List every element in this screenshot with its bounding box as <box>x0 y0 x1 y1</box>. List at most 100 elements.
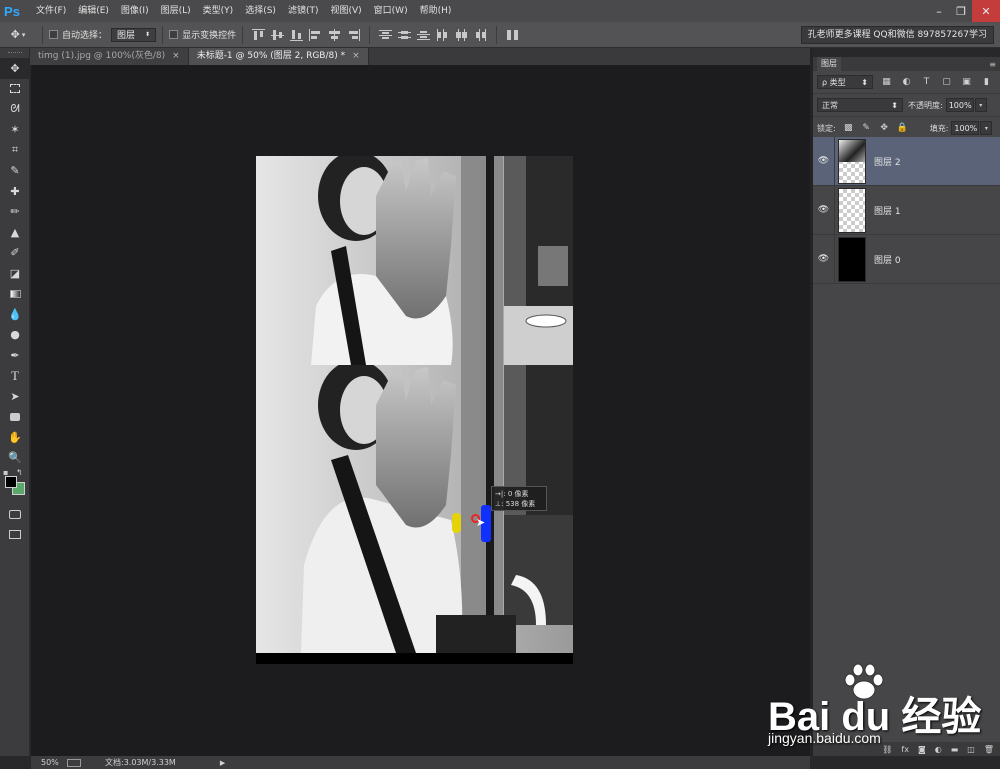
close-icon[interactable]: × <box>352 51 360 61</box>
move-tool-icon[interactable]: ✥ <box>0 58 30 79</box>
tab-timg[interactable]: timg (1).jpg @ 100%(灰色/8) × <box>30 48 189 65</box>
layer-row[interactable]: 👁 图层 1 <box>813 185 1000 235</box>
separator <box>242 25 244 44</box>
pen-tool-icon[interactable]: ✒ <box>0 345 30 366</box>
minimize-button[interactable]: – <box>928 0 950 22</box>
menu-view[interactable]: 视图(V) <box>324 0 367 22</box>
history-brush-icon[interactable]: ✐ <box>0 243 30 264</box>
menu-image[interactable]: 图像(I) <box>115 0 155 22</box>
menu-help[interactable]: 帮助(H) <box>414 0 458 22</box>
eyedropper-icon[interactable]: ✎ <box>0 161 30 182</box>
fill-input[interactable]: 100% <box>951 121 980 135</box>
align-bottom-icon[interactable] <box>290 29 304 41</box>
opacity-input[interactable]: 100% <box>945 98 974 112</box>
canvas-area[interactable]: ➤ →|: 0 像素 ⊥: 538 像素 <box>31 65 810 756</box>
tab-layers[interactable]: 图层 <box>817 57 841 71</box>
eye-icon[interactable]: 👁 <box>813 136 835 186</box>
layer-name[interactable]: 图层 1 <box>874 204 901 217</box>
smart-object-filter-icon[interactable]: ▣ <box>960 76 973 89</box>
hand-tool-icon[interactable]: ✋ <box>0 427 30 448</box>
blur-tool-icon[interactable]: 💧 <box>0 304 30 325</box>
type-tool-icon[interactable]: T <box>0 366 30 387</box>
opacity-slider-icon[interactable]: ▾ <box>974 98 987 112</box>
quick-mask-icon[interactable] <box>0 504 30 525</box>
path-selection-icon[interactable]: ➤ <box>0 386 30 407</box>
eye-icon[interactable]: 👁 <box>813 185 835 235</box>
menu-filter[interactable]: 滤镜(T) <box>282 0 325 22</box>
align-hcenter-icon[interactable] <box>328 28 341 41</box>
maximize-button[interactable]: ❐ <box>950 0 972 22</box>
foreground-color[interactable] <box>5 476 17 488</box>
dodge-tool-icon[interactable]: ● <box>0 325 30 346</box>
layer-name[interactable]: 图层 2 <box>874 155 901 168</box>
status-menu-arrow-icon[interactable]: ▶ <box>220 759 225 767</box>
distribute-right-icon[interactable] <box>474 28 487 41</box>
menu-select[interactable]: 选择(S) <box>239 0 282 22</box>
document-canvas[interactable] <box>256 156 573 664</box>
layer-row[interactable]: 👁 图层 2 <box>813 136 1000 186</box>
layer-row[interactable]: 👁 图层 0 <box>813 234 1000 284</box>
layers-panel: 图层 ≡ ρ 类型 ⬍ ▦ ◐ T ▢ ▣ ▮ 正常 ⬍ 不透明度: 100% ▾ … <box>813 57 1000 756</box>
tab-untitled-1[interactable]: 未标题-1 @ 50% (图层 2, RGB/8) * × <box>188 48 369 65</box>
menu-layer[interactable]: 图层(L) <box>155 0 197 22</box>
shape-filter-icon[interactable]: ▢ <box>940 76 953 89</box>
delete-layer-icon[interactable]: 🗑 <box>984 745 994 754</box>
distribute-vcenter-icon[interactable] <box>398 29 412 41</box>
panel-menu-icon[interactable]: ≡ <box>989 60 996 69</box>
crop-tool-icon[interactable]: ⌗ <box>0 140 30 161</box>
magic-wand-icon[interactable]: ✶ <box>0 120 30 141</box>
separator <box>369 25 371 44</box>
menu-type[interactable]: 类型(Y) <box>197 0 240 22</box>
lock-transparent-icon[interactable]: ▩ <box>843 123 854 134</box>
auto-align-icon[interactable] <box>506 29 519 41</box>
eye-icon[interactable]: 👁 <box>813 234 835 284</box>
new-layer-icon[interactable]: ◫ <box>967 745 975 754</box>
healing-brush-icon[interactable]: ✚ <box>0 181 30 202</box>
layer-filter-dropdown[interactable]: ρ 类型 ⬍ <box>817 75 873 89</box>
zoom-level[interactable]: 50% <box>41 758 67 767</box>
align-right-icon[interactable] <box>347 28 361 41</box>
show-transform-checkbox[interactable] <box>169 30 179 39</box>
lock-position-icon[interactable]: ✥ <box>879 123 890 134</box>
auto-select-checkbox[interactable] <box>49 30 58 39</box>
blend-mode-dropdown[interactable]: 正常 ⬍ <box>817 98 903 112</box>
shape-tool-icon[interactable] <box>0 407 30 428</box>
auto-select-dropdown[interactable]: 图层 ⬍ <box>111 27 157 42</box>
align-vcenter-icon[interactable] <box>271 29 285 41</box>
fill-label: 填充: <box>929 123 949 133</box>
screen-mode-icon[interactable] <box>0 525 30 546</box>
gradient-tool-icon[interactable] <box>0 284 30 305</box>
toolbox-grip[interactable] <box>0 48 29 58</box>
lasso-tool-icon[interactable]: ᘛ <box>0 99 30 120</box>
swap-colors-icon[interactable]: ↰ <box>16 468 23 477</box>
lock-all-icon[interactable]: 🔒 <box>897 123 908 134</box>
distribute-bottom-icon[interactable] <box>417 29 431 41</box>
close-icon[interactable]: × <box>172 51 180 61</box>
distribute-top-icon[interactable] <box>379 29 393 41</box>
fill-slider-icon[interactable]: ▾ <box>980 121 993 135</box>
auto-select-label: 自动选择： <box>62 31 108 41</box>
distribute-left-icon[interactable] <box>436 28 449 41</box>
layer-name[interactable]: 图层 0 <box>874 253 901 266</box>
menu-edit[interactable]: 编辑(E) <box>72 0 115 22</box>
type-filter-icon[interactable]: T <box>920 76 933 89</box>
align-left-icon[interactable] <box>309 28 322 41</box>
clone-stamp-icon[interactable]: ▲ <box>0 222 30 243</box>
filter-toggle-icon[interactable]: ▮ <box>980 76 993 89</box>
workspace-switcher[interactable]: 孔老师更多课程 QQ和微信 897857267学习 <box>800 26 994 44</box>
eraser-icon[interactable]: ◪ <box>0 263 30 284</box>
move-tool-preset[interactable]: ✥ ▾ <box>0 24 36 46</box>
marquee-tool-icon[interactable] <box>0 79 30 100</box>
panel-header: 图层 ≡ <box>813 57 1000 71</box>
adjustment-filter-icon[interactable]: ◐ <box>900 76 913 89</box>
brush-tool-icon[interactable]: ✏ <box>0 202 30 223</box>
zoom-tool-icon[interactable]: 🔍 <box>0 448 30 469</box>
pixel-filter-icon[interactable]: ▦ <box>880 76 893 89</box>
distribute-hcenter-icon[interactable] <box>455 28 468 41</box>
menu-window[interactable]: 窗口(W) <box>368 0 414 22</box>
close-button[interactable]: ✕ <box>972 0 1000 22</box>
proof-icon[interactable] <box>67 758 81 767</box>
lock-pixels-icon[interactable]: ✎ <box>861 123 872 134</box>
align-top-icon[interactable] <box>252 28 266 41</box>
menu-file[interactable]: 文件(F) <box>30 0 72 22</box>
